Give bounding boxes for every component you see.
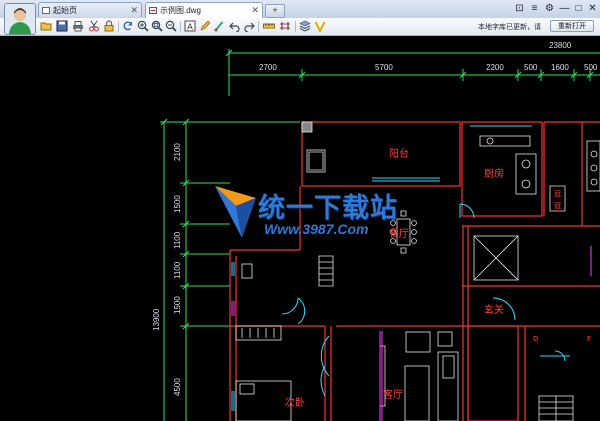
tab-label: 示例图.dwg <box>160 6 201 15</box>
lock-icon[interactable] <box>103 20 115 32</box>
settings-icon[interactable]: ⚙ <box>543 2 556 15</box>
toolbar-divider <box>118 21 119 32</box>
open-icon[interactable] <box>40 20 52 32</box>
room-label-f: F <box>587 335 591 343</box>
tab-label: 起始页 <box>53 6 77 15</box>
toolbar: A 本地字库已更新，请 重新打开 <box>0 18 600 36</box>
pin-icon[interactable]: ⊡ <box>513 2 526 15</box>
room-label-living: 客厅 <box>383 388 403 401</box>
dim-top-1: 2700 <box>259 63 277 72</box>
room-label-d: D <box>533 335 538 343</box>
tab-drawing[interactable]: 示例图.dwg ✕ <box>145 2 263 18</box>
dim-left-6: 4500 <box>173 378 182 396</box>
room-label-second-bedroom: 次卧 <box>285 396 305 409</box>
title-bar: 起始页 ✕ 示例图.dwg ✕ + ⊡ ≡ ⚙ — □ ✕ <box>0 0 600 19</box>
redo-icon[interactable] <box>243 20 255 32</box>
reopen-button[interactable]: 重新打开 <box>550 20 594 32</box>
toolbar-divider <box>180 21 181 32</box>
home-page-icon <box>42 7 50 14</box>
dim-top-2: 5700 <box>375 63 393 72</box>
watermark-title: 统一下载站 <box>258 193 398 224</box>
dim-left-4: 1100 <box>173 261 182 279</box>
watermark: 统一下载站 Www.3987.Com <box>212 184 404 246</box>
font-update-notice: 本地字库已更新，请 <box>478 24 541 31</box>
dim-left-2: 1500 <box>173 195 182 213</box>
new-tab-button[interactable]: + <box>265 4 285 18</box>
toolbar-divider <box>258 21 259 32</box>
undo-icon[interactable] <box>229 20 241 32</box>
dim-left-total: 13900 <box>152 308 161 331</box>
room-label-small-1: 冠 <box>554 190 561 198</box>
text-icon[interactable]: A <box>184 20 196 32</box>
dim-left-1: 2100 <box>173 143 182 161</box>
dim-left-3: 1100 <box>173 231 182 249</box>
toolbar-divider <box>295 21 296 32</box>
measure-icon[interactable] <box>263 20 275 32</box>
save-icon[interactable] <box>56 20 68 32</box>
dwg-file-icon <box>149 7 157 14</box>
pencil-icon[interactable] <box>199 20 211 32</box>
user-avatar[interactable] <box>4 3 36 35</box>
maximize-button[interactable]: □ <box>572 2 585 15</box>
room-label-balcony: 阳台 <box>389 147 409 160</box>
zoom-out-icon[interactable] <box>165 20 177 32</box>
cad-viewer-window: 起始页 ✕ 示例图.dwg ✕ + ⊡ ≡ ⚙ — □ ✕ A 本地字库已更新，… <box>0 0 600 421</box>
close-tab-icon[interactable]: ✕ <box>130 3 138 17</box>
dim-total: 23800 <box>549 41 572 50</box>
cut-icon[interactable] <box>88 20 100 32</box>
svg-text:A: A <box>187 22 193 32</box>
close-window-button[interactable]: ✕ <box>586 2 599 15</box>
room-label-small-2: 冠 <box>554 202 561 210</box>
brush-icon[interactable] <box>214 20 226 32</box>
watermark-logo-icon <box>215 186 256 238</box>
zoom-in-icon[interactable] <box>137 20 149 32</box>
v-icon[interactable] <box>314 20 326 32</box>
dim-left-5: 1500 <box>173 296 182 314</box>
watermark-url: Www.3987.Com <box>264 221 369 237</box>
user-icon <box>5 4 35 34</box>
dim-top-3: 2200 <box>486 63 504 72</box>
dim-top-4: 500 <box>524 63 538 72</box>
dimension-icon[interactable] <box>279 20 291 32</box>
room-label-kitchen: 厨房 <box>484 167 504 180</box>
tab-start-page[interactable]: 起始页 ✕ <box>38 2 142 17</box>
zoom-fit-icon[interactable] <box>151 20 163 32</box>
layers-icon[interactable] <box>299 20 311 32</box>
minimize-button[interactable]: — <box>558 2 571 15</box>
dim-top-5: 1600 <box>551 63 569 72</box>
dim-top-6: 500 <box>584 63 598 72</box>
room-label-foyer: 玄关 <box>484 303 504 316</box>
refresh-icon[interactable] <box>122 20 134 32</box>
close-tab-icon[interactable]: ✕ <box>251 3 259 18</box>
print-icon[interactable] <box>72 20 84 32</box>
menu-icon[interactable]: ≡ <box>528 2 541 15</box>
